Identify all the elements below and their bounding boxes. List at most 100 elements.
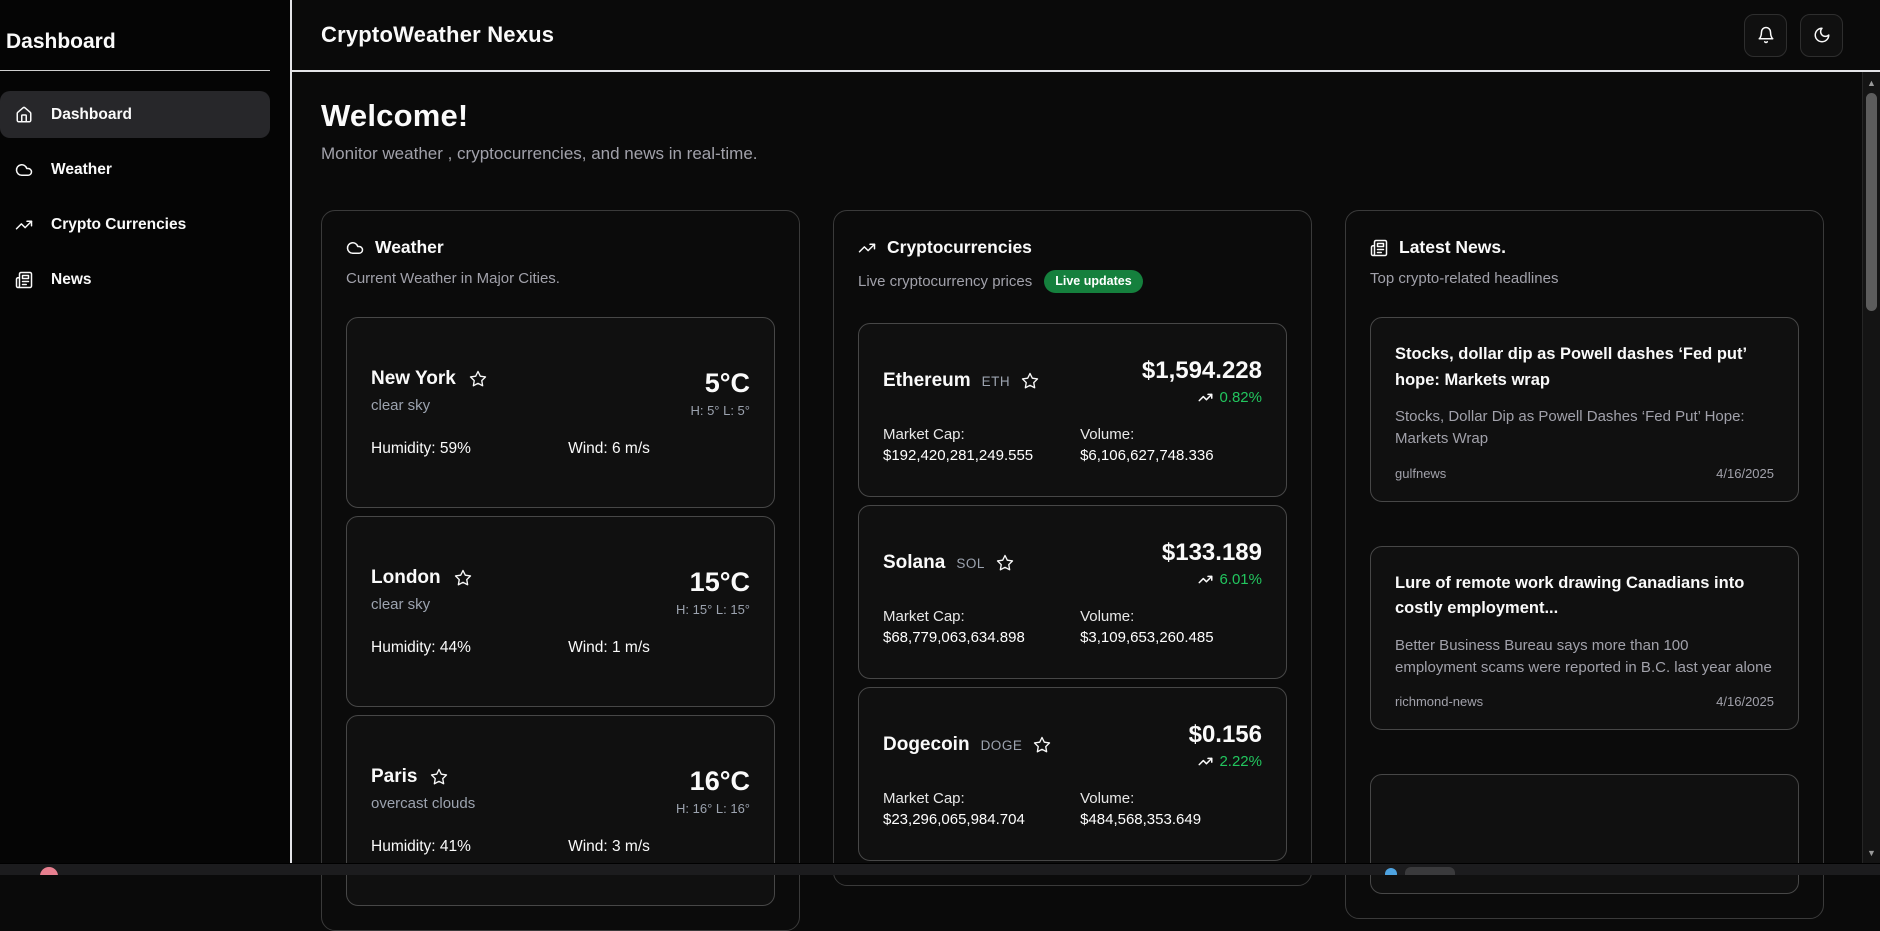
coin-change: 6.01% [1162,571,1262,588]
coin-name: Dogecoin [883,734,970,756]
crypto-coin-card-dogecoin[interactable]: Dogecoin DOGE $0.156 [858,687,1287,861]
sidebar-item-label: Dashboard [51,106,132,124]
app-title: CryptoWeather Nexus [321,22,554,48]
trend-up-icon [1198,390,1213,405]
welcome-subtitle: Monitor weather , cryptocurrencies, and … [321,144,1824,164]
trending-up-icon [15,216,33,234]
favorite-star-icon[interactable] [430,768,448,786]
volume-value: $3,109,653,260.485 [1080,629,1262,646]
news-article-title: Lure of remote work drawing Canadians in… [1395,571,1774,622]
sidebar-item-news[interactable]: News [0,256,270,303]
news-article-list: Stocks, dollar dip as Powell dashes ‘Fed… [1370,317,1799,894]
crypto-card-subtitle-text: Live cryptocurrency prices [858,273,1032,290]
city-name: Paris [371,766,417,788]
coin-price: $1,594.228 [1142,357,1262,385]
news-article-meta: gulfnews 4/16/2025 [1395,466,1774,481]
bell-icon [1757,26,1775,44]
crypto-card-title: Cryptocurrencies [887,237,1032,258]
coin-stats-grid: Market Cap: $68,779,063,634.898 Volume: … [883,608,1262,646]
coin-change-value: 2.22% [1219,753,1262,770]
live-updates-badge: Live updates [1044,270,1142,293]
news-article-card-partial[interactable] [1370,774,1799,894]
city-wind: Wind: 3 m/s [568,838,650,856]
trending-up-icon [858,239,876,257]
market-cap-value: $192,420,281,249.555 [883,447,1080,464]
newspaper-icon [15,271,33,289]
city-condition: clear sky [371,596,472,613]
cloud-icon [15,161,33,179]
coin-top-row: Dogecoin DOGE $0.156 [883,721,1262,770]
city-condition: overcast clouds [371,795,475,812]
sidebar-item-label: Crypto Currencies [51,216,186,234]
city-name: London [371,567,441,589]
news-article-card[interactable]: Stocks, dollar dip as Powell dashes ‘Fed… [1370,317,1799,502]
weather-city-card-london[interactable]: London clear sky 15°C H: 15° [346,516,775,707]
app-root: Dashboard Dashboard Weather Crypto Curre… [0,0,1880,875]
news-card-header: Latest News. [1370,237,1799,258]
vertical-scrollbar[interactable]: ▲ ▼ [1862,72,1880,875]
sidebar-divider [0,70,270,71]
city-wind: Wind: 1 m/s [568,639,650,657]
market-cap-value: $68,779,063,634.898 [883,629,1080,646]
favorite-star-icon[interactable] [1033,736,1051,754]
theme-toggle-button[interactable] [1800,14,1843,57]
news-card-subtitle: Top crypto-related headlines [1370,270,1799,287]
city-humidity: Humidity: 41% [371,838,568,856]
market-cap-value: $23,296,065,984.704 [883,811,1080,828]
scrollbar-thumb[interactable] [1866,93,1877,311]
coin-change-value: 6.01% [1219,571,1262,588]
dashboard-cards: Weather Current Weather in Major Cities.… [321,210,1824,931]
crypto-coin-card-solana[interactable]: Solana SOL $133.189 [858,505,1287,679]
home-icon [15,106,33,124]
sidebar-item-weather[interactable]: Weather [0,146,270,193]
news-article-card[interactable]: Lure of remote work drawing Canadians in… [1370,546,1799,731]
scroll-up-icon[interactable]: ▲ [1863,75,1880,91]
taskbar-app-icon [1405,867,1455,875]
weather-card-subtitle: Current Weather in Major Cities. [346,270,775,287]
crypto-coin-list: Ethereum ETH $1,594.228 [858,323,1287,861]
trend-up-icon [1198,754,1213,769]
notifications-button[interactable] [1744,14,1787,57]
city-high-low: H: 5° L: 5° [690,403,750,418]
welcome-heading: Welcome! [321,98,1824,134]
crypto-card-subtitle: Live cryptocurrency prices Live updates [858,270,1287,293]
news-article-meta: richmond-news 4/16/2025 [1395,694,1774,709]
weather-city-list: New York clear sky 5°C H: 5° [346,317,775,906]
favorite-star-icon[interactable] [996,554,1014,572]
market-cap-label: Market Cap: [883,790,1080,807]
cloud-icon [346,239,364,257]
weather-city-card-paris[interactable]: Paris overcast clouds 16°C H [346,715,775,906]
weather-card-title: Weather [375,237,444,258]
coin-symbol: DOGE [981,738,1023,753]
news-article-date: 4/16/2025 [1716,694,1774,709]
sidebar-item-crypto-currencies[interactable]: Crypto Currencies [0,201,270,248]
sidebar-item-dashboard[interactable]: Dashboard [0,91,270,138]
city-stats-row: Humidity: 41% Wind: 3 m/s [371,838,750,856]
moon-icon [1813,26,1831,44]
news-article-date: 4/16/2025 [1716,466,1774,481]
coin-price: $0.156 [1189,721,1262,749]
coin-change: 2.22% [1189,753,1262,770]
coin-price: $133.189 [1162,539,1262,567]
crypto-card: Cryptocurrencies Live cryptocurrency pri… [833,210,1312,886]
favorite-star-icon[interactable] [454,569,472,587]
favorite-star-icon[interactable] [1021,372,1039,390]
volume-label: Volume: [1080,426,1262,443]
coin-change-value: 0.82% [1219,389,1262,406]
city-top-row: London clear sky 15°C H: 15° [371,567,750,617]
market-cap-label: Market Cap: [883,608,1080,625]
volume-label: Volume: [1080,608,1262,625]
coin-name: Ethereum [883,370,971,392]
city-temperature: 15°C [676,567,750,598]
crypto-coin-card-ethereum[interactable]: Ethereum ETH $1,594.228 [858,323,1287,497]
sidebar-nav: Dashboard Weather Crypto Currencies News [0,91,290,303]
taskbar-sliver [0,863,1880,875]
weather-city-card-new-york[interactable]: New York clear sky 5°C H: 5° [346,317,775,508]
coin-symbol: SOL [956,556,985,571]
city-top-row: Paris overcast clouds 16°C H [371,766,750,816]
scroll-down-icon[interactable]: ▼ [1863,845,1880,861]
news-article-title: Stocks, dollar dip as Powell dashes ‘Fed… [1395,342,1774,393]
news-article-description: Better Business Bureau says more than 10… [1395,635,1774,679]
favorite-star-icon[interactable] [469,370,487,388]
sidebar-title: Dashboard [0,0,290,70]
